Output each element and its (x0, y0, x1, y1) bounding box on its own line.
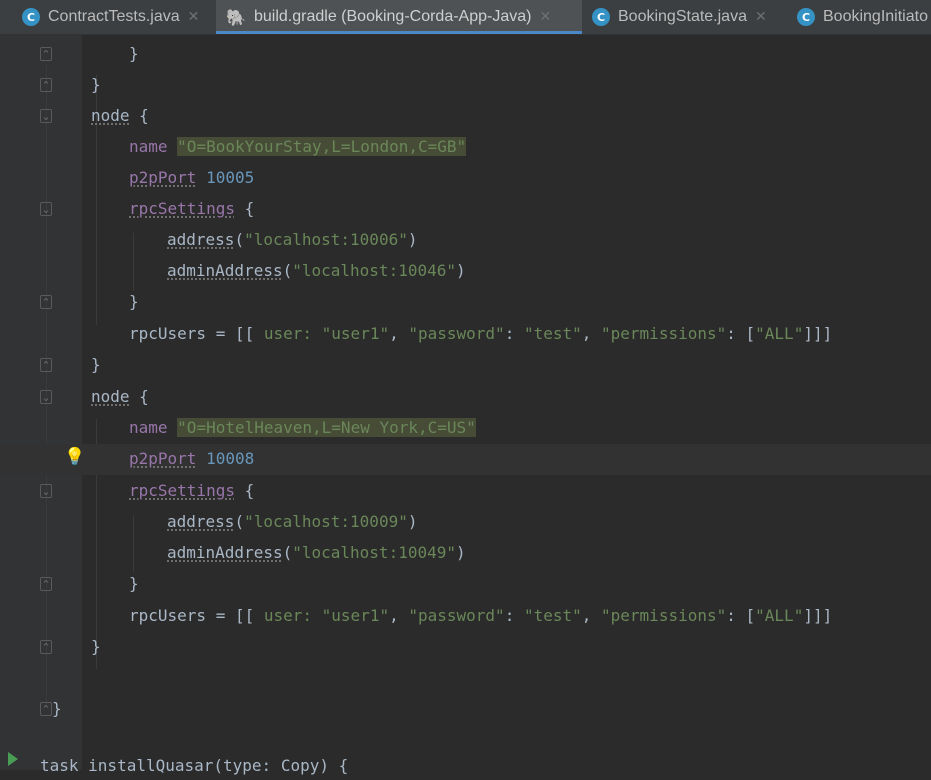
admin-address-string: "localhost:10046" (292, 261, 456, 280)
fold-end-icon[interactable]: ⌃ (40, 702, 52, 716)
tab-label: BookingState.java (618, 8, 747, 25)
admin-address-keyword: adminAddress (167, 543, 283, 562)
rpcsettings-keyword: rpcSettings (129, 481, 235, 500)
code-line[interactable]: ⌃ } (0, 70, 931, 101)
p2pport-keyword: p2pPort (129, 449, 197, 468)
code-text: } (129, 44, 139, 63)
code-line[interactable]: p2pPort 10005 (0, 163, 931, 194)
address-keyword: address (167, 512, 235, 531)
code-text: } (129, 292, 139, 311)
tab-booking-initiator[interactable]: C BookingInitiato (797, 0, 928, 34)
tab-build-gradle[interactable]: 🐘 build.gradle (Booking-Corda-App-Java) … (216, 0, 582, 34)
permissions-value: "ALL" (755, 606, 804, 625)
fold-start-icon[interactable]: ⌄ (40, 202, 52, 216)
code-line[interactable]: address("localhost:10009") (0, 507, 931, 538)
fold-end-icon[interactable]: ⌃ (40, 295, 52, 309)
rpcsettings-keyword: rpcSettings (129, 199, 235, 218)
code-line[interactable]: ⌃ } (0, 287, 931, 318)
tab-label: build.gradle (Booking-Corda-App-Java) (254, 8, 532, 25)
code-line[interactable]: adminAddress("localhost:10046") (0, 256, 931, 287)
node-keyword: node (91, 387, 130, 406)
code-line[interactable]: address("localhost:10006") (0, 225, 931, 256)
java-class-icon: C (22, 8, 40, 26)
address-string: "localhost:10009" (244, 512, 408, 531)
code-text: } (91, 355, 101, 374)
node-keyword: node (91, 106, 130, 125)
fold-end-icon[interactable]: ⌃ (40, 577, 52, 591)
admin-address-keyword: adminAddress (167, 261, 283, 280)
close-icon[interactable]: ✕ (755, 9, 767, 25)
code-line[interactable]: ⌃ } (0, 632, 931, 663)
code-text: } (52, 699, 62, 718)
close-icon[interactable]: ✕ (188, 9, 200, 25)
code-editor[interactable]: ⌃ } ⌃ } ⌄ node { name "O=BookYourStay,L=… (0, 35, 931, 775)
java-class-icon: C (592, 8, 610, 26)
lightbulb-icon[interactable]: 💡 (64, 447, 85, 467)
node-name-string: "O=BookYourStay,L=London,C=GB" (177, 137, 467, 156)
user-label: user: (263, 324, 322, 343)
user-value: "user1" (321, 324, 390, 343)
code-line[interactable]: name "O=BookYourStay,L=London,C=GB" (0, 132, 931, 163)
permissions-key: "permissions" (601, 606, 727, 625)
address-keyword: address (167, 230, 235, 249)
gradle-icon: 🐘 (226, 7, 246, 27)
brace: { (129, 106, 149, 125)
code-text: } (91, 637, 101, 656)
code-line[interactable]: ⌄ node { (0, 101, 931, 132)
fold-end-icon[interactable]: ⌃ (40, 47, 52, 61)
run-gutter-icon[interactable] (8, 752, 18, 766)
fold-start-icon[interactable]: ⌄ (40, 109, 52, 123)
password-value: "test" (523, 606, 582, 625)
fold-start-icon[interactable]: ⌄ (40, 484, 52, 498)
code-line[interactable]: task installQuasar(type: Copy) { (0, 749, 931, 780)
name-keyword: name (129, 137, 168, 156)
user-label: user: (263, 606, 322, 625)
editor-tab-bar: C ContractTests.java ✕ 🐘 build.gradle (B… (0, 0, 931, 35)
code-line[interactable]: ⌃ } (0, 350, 931, 381)
code-line-current[interactable]: 💡 p2pPort 10008 (0, 444, 931, 475)
fold-end-icon[interactable]: ⌃ (40, 358, 52, 372)
admin-address-string: "localhost:10049" (292, 543, 456, 562)
tab-label: BookingInitiato (823, 8, 928, 25)
permissions-value: "ALL" (755, 324, 804, 343)
brace: { (234, 481, 255, 500)
code-line[interactable]: ⌃ } (0, 39, 931, 70)
brace: { (234, 199, 255, 218)
fold-start-icon[interactable]: ⌄ (40, 390, 52, 404)
password-key: "password" (408, 606, 505, 625)
code-text: } (129, 574, 139, 593)
code-line-empty[interactable] (0, 663, 931, 694)
tab-label: ContractTests.java (48, 8, 180, 25)
password-key: "password" (408, 324, 505, 343)
rpcusers-keyword: rpcUsers = [[ (129, 324, 264, 343)
tab-contract-tests[interactable]: C ContractTests.java ✕ (22, 0, 199, 34)
code-line[interactable]: ⌃ } (0, 694, 931, 725)
rpcusers-keyword: rpcUsers = [[ (129, 606, 264, 625)
permissions-key: "permissions" (601, 324, 727, 343)
code-line[interactable]: ⌄ rpcSettings { (0, 194, 931, 225)
code-line[interactable]: rpcUsers = [[ user: "user1", "password":… (0, 601, 931, 632)
p2p-port-value: 10008 (206, 449, 255, 468)
code-text: } (91, 75, 101, 94)
p2pport-keyword: p2pPort (129, 168, 197, 187)
java-class-icon: C (797, 8, 815, 26)
address-string: "localhost:10006" (244, 230, 408, 249)
p2p-port-value: 10005 (206, 168, 255, 187)
tab-booking-state[interactable]: C BookingState.java ✕ (592, 0, 767, 34)
code-line[interactable]: ⌄ node { (0, 382, 931, 413)
code-line[interactable]: ⌃ } (0, 569, 931, 600)
name-keyword: name (129, 418, 168, 437)
code-line[interactable]: rpcUsers = [[ user: "user1", "password":… (0, 319, 931, 350)
fold-end-icon[interactable]: ⌃ (40, 78, 52, 92)
code-line[interactable]: adminAddress("localhost:10049") (0, 538, 931, 569)
brace: { (129, 387, 149, 406)
password-value: "test" (523, 324, 582, 343)
code-line[interactable]: ⌄ rpcSettings { (0, 476, 931, 507)
node-name-string: "O=HotelHeaven,L=New York,C=US" (177, 418, 476, 437)
user-value: "user1" (321, 606, 390, 625)
close-icon[interactable]: ✕ (539, 9, 551, 25)
code-line[interactable]: name "O=HotelHeaven,L=New York,C=US" (0, 413, 931, 444)
code-text: task installQuasar(type: Copy) { (40, 756, 349, 775)
fold-end-icon[interactable]: ⌃ (40, 640, 52, 654)
